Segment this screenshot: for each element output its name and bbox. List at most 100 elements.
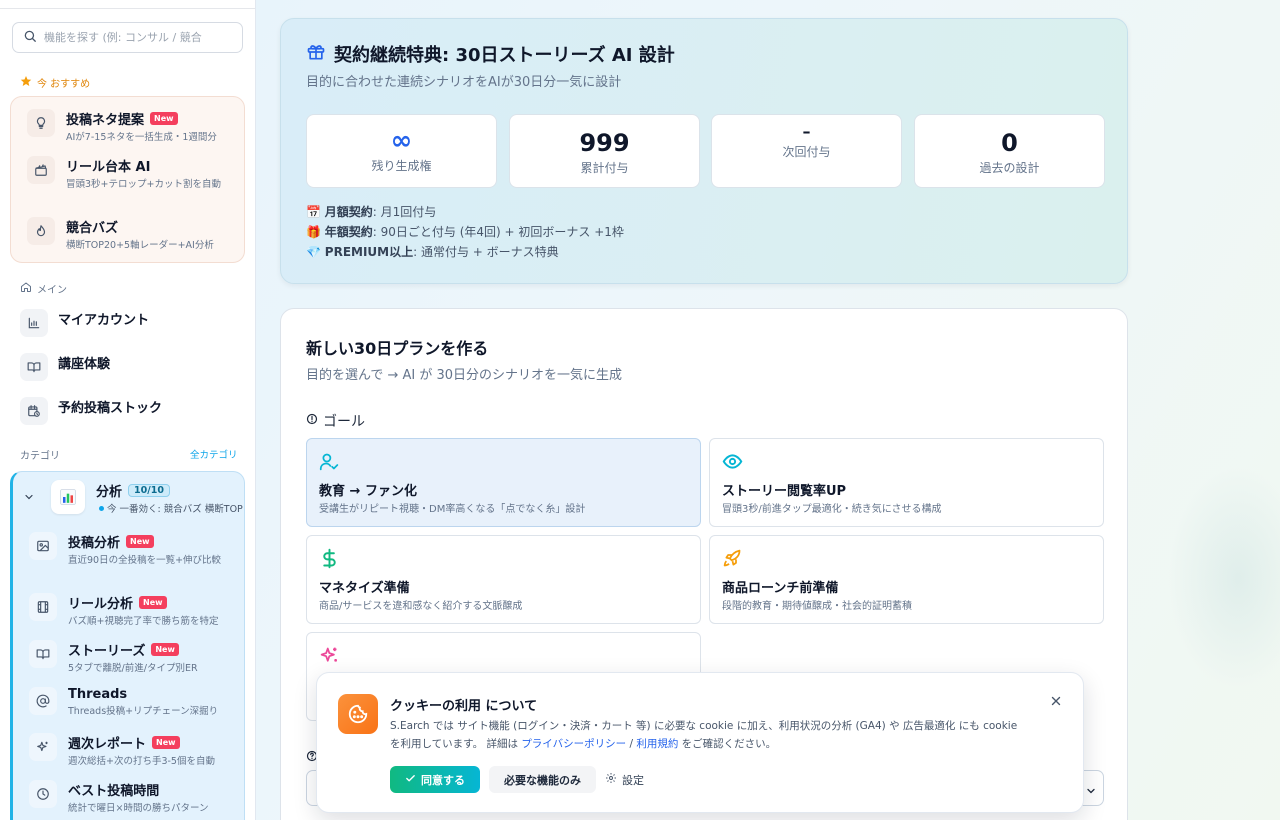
recommend-item-sub: AIが7-15ネタを一括生成・1週間分	[66, 132, 217, 143]
agree-button[interactable]: 同意する	[390, 766, 480, 793]
category-item-post-analysis[interactable]: 投稿分析 New 直近90日の全投稿を一覧+伸び比較	[29, 532, 239, 568]
stat-next-grant: – 次回付与	[711, 114, 902, 188]
goal-target-icon	[306, 413, 318, 429]
necessary-only-button[interactable]: 必要な機能のみ	[489, 766, 596, 793]
goal-option-monetize[interactable]: マネタイズ準備 商品/サービスを違和感なく紹介する文脈醸成	[306, 535, 701, 624]
category-item-sub: バズ順+視聴完了率で勝ち筋を特定	[68, 616, 219, 627]
cookie-settings-button[interactable]: 設定	[605, 766, 644, 793]
gift-emoji-icon: 🎁	[306, 225, 321, 239]
new-badge: New	[151, 643, 179, 656]
bar-chart-icon	[20, 309, 48, 337]
recommend-item-sub: 横断TOP20+5軸レーダー+AI分析	[66, 240, 214, 251]
cookie-icon	[338, 694, 378, 734]
calendar-emoji-icon: 📅	[306, 205, 321, 219]
recommend-item-competitor-buzz[interactable]: 競合バズ 横断TOP20+5軸レーダー+AI分析	[27, 217, 214, 253]
sidebar-top-divider	[0, 8, 255, 9]
rocket-icon	[722, 548, 743, 573]
nav-item-scheduled-stock[interactable]: 予約投稿ストック	[20, 397, 162, 425]
category-item-best-time[interactable]: ベスト投稿時間 統計で曜日×時間の勝ちパターン	[29, 780, 209, 816]
clapperboard-icon	[27, 156, 55, 184]
goal-title: 教育 → ファン化	[319, 484, 417, 499]
recommend-section-label: 今 おすすめ	[20, 75, 90, 90]
stat-label: 次回付与	[782, 145, 831, 159]
cookie-title: クッキーの利用 について	[390, 699, 538, 714]
contract-premium: 💎 PREMIUM以上: 通常付与 + ボーナス特典	[306, 245, 559, 259]
stat-total-granted: 999 累計付与	[509, 114, 700, 188]
category-item-title: 週次レポート New	[68, 733, 215, 752]
close-icon[interactable]	[1049, 693, 1063, 712]
main-section-label: メイン	[20, 281, 67, 296]
category-item-sub: Threads投稿+リプチェーン深掘り	[68, 706, 219, 717]
user-check-icon	[319, 451, 340, 476]
nav-item-my-account[interactable]: マイアカウント	[20, 309, 149, 337]
status-dot	[99, 506, 104, 511]
category-card-analysis: 分析 10/10 今 一番効く: 競合バズ 横断TOP 投稿分析 New 直近90…	[10, 471, 245, 820]
category-count-badge: 10/10	[128, 483, 170, 497]
goal-desc: 冒頭3秒/前進タップ最適化・続き気にさせる構成	[722, 504, 942, 515]
gear-icon	[605, 772, 617, 787]
stat-value: 0	[1001, 129, 1018, 157]
category-item-title: 投稿分析 New	[68, 532, 221, 551]
nav-item-label: 講座体験	[58, 357, 111, 372]
recommend-item-title: リール台本 AI	[66, 160, 151, 175]
new-badge: New	[126, 535, 154, 548]
contract-monthly: 📅 月額契約: 月1回付与	[306, 205, 437, 219]
at-sign-icon	[29, 687, 57, 715]
recommend-item-sub: 冒頭3秒+テロップ+カット割を自動	[66, 179, 221, 190]
category-section-label: カテゴリ	[20, 451, 60, 462]
plan-title: 新しい30日プランを作る	[306, 339, 489, 358]
category-item-title: リール分析 New	[68, 593, 218, 612]
recommend-item-post-ideas[interactable]: 投稿ネタ提案 New AIが7-15ネタを一括生成・1週間分	[27, 109, 217, 145]
stat-remaining: ∞ 残り生成権	[306, 114, 497, 188]
calendar-clock-icon	[20, 397, 48, 425]
sparkles-icon	[319, 645, 340, 670]
book-icon	[20, 353, 48, 381]
all-categories-link[interactable]: 全カテゴリ	[190, 447, 238, 461]
stat-label: 過去の設計	[979, 161, 1040, 175]
search-box[interactable]	[12, 22, 243, 53]
gift-icon	[306, 42, 326, 67]
chevron-down-icon	[1085, 782, 1097, 801]
new-badge: New	[139, 596, 167, 609]
recommend-item-reel-script[interactable]: リール台本 AI 冒頭3秒+テロップ+カット割を自動	[27, 156, 232, 192]
contract-yearly: 🎁 年額契約: 90日ごと付与 (年4回) + 初回ボーナス +1枠	[306, 225, 624, 239]
recommend-card: 投稿ネタ提案 New AIが7-15ネタを一括生成・1週間分 リール台本 AI …	[10, 96, 245, 263]
goal-desc: 受講生がリピート視聴・DM率高くなる「点でなく糸」設計	[319, 504, 586, 515]
gem-emoji-icon: 💎	[306, 245, 321, 259]
category-item-sub: 直近90日の全投稿を一覧+伸び比較	[68, 555, 222, 566]
nav-item-course[interactable]: 講座体験	[20, 353, 110, 381]
star-icon	[20, 75, 32, 90]
bonus-title: 契約継続特典: 30日ストーリーズ AI 設計	[306, 41, 675, 67]
analytics-chart-icon	[51, 480, 85, 514]
recommend-item-title: 競合バズ	[66, 221, 119, 236]
category-item-title: ストーリーズ New	[68, 640, 198, 659]
dollar-icon	[319, 548, 340, 573]
new-badge: New	[152, 736, 180, 749]
goal-option-product-launch[interactable]: 商品ローンチ前準備 段階的教育・期待値醸成・社会的証明蓄積	[709, 535, 1104, 624]
film-icon	[29, 593, 57, 621]
category-item-reel-analysis[interactable]: リール分析 New バズ順+視聴完了率で勝ち筋を特定	[29, 593, 218, 629]
goal-option-story-views[interactable]: ストーリー閲覧率UP 冒頭3秒/前進タップ最適化・続き気にさせる構成	[709, 438, 1104, 527]
category-item-weekly-report[interactable]: 週次レポート New 週次総括+次の打ち手3-5個を自動	[29, 733, 215, 769]
goal-label: ゴール	[306, 411, 365, 431]
category-item-sub: 5タブで離脱/前進/タイプ別ER	[68, 663, 198, 674]
goal-desc: 商品/サービスを違和感なく紹介する文脈醸成	[319, 601, 523, 612]
plan-subtitle: 目的を選んで → AI が 30日分のシナリオを一気に生成	[306, 368, 623, 383]
stat-value: –	[802, 122, 811, 141]
stat-label: 残り生成権	[371, 159, 432, 173]
terms-link[interactable]: 利用規約	[636, 738, 678, 750]
sparkles-icon	[29, 733, 57, 761]
bonus-subtitle: 目的に合わせた連続シナリオをAIが30日分一気に設計	[306, 75, 622, 90]
chevron-down-icon[interactable]	[23, 488, 35, 507]
recommend-item-title: 投稿ネタ提案 New	[66, 109, 217, 128]
category-item-stories[interactable]: ストーリーズ New 5タブで離脱/前進/タイプ別ER	[29, 640, 198, 676]
bonus-card: 契約継続特典: 30日ストーリーズ AI 設計 目的に合わせた連続シナリオをAI…	[280, 18, 1128, 284]
privacy-policy-link[interactable]: プライバシーポリシー	[521, 738, 626, 750]
goal-title: ストーリー閲覧率UP	[722, 484, 847, 499]
category-item-threads[interactable]: Threads Threads投稿+リプチェーン深掘り	[29, 687, 218, 719]
goal-option-education[interactable]: 教育 → ファン化 受講生がリピート視聴・DM率高くなる「点でなく糸」設計	[306, 438, 701, 527]
lightbulb-icon	[27, 109, 55, 137]
home-icon	[20, 281, 32, 296]
search-input[interactable]	[44, 31, 224, 44]
goal-title: マネタイズ準備	[319, 581, 410, 596]
